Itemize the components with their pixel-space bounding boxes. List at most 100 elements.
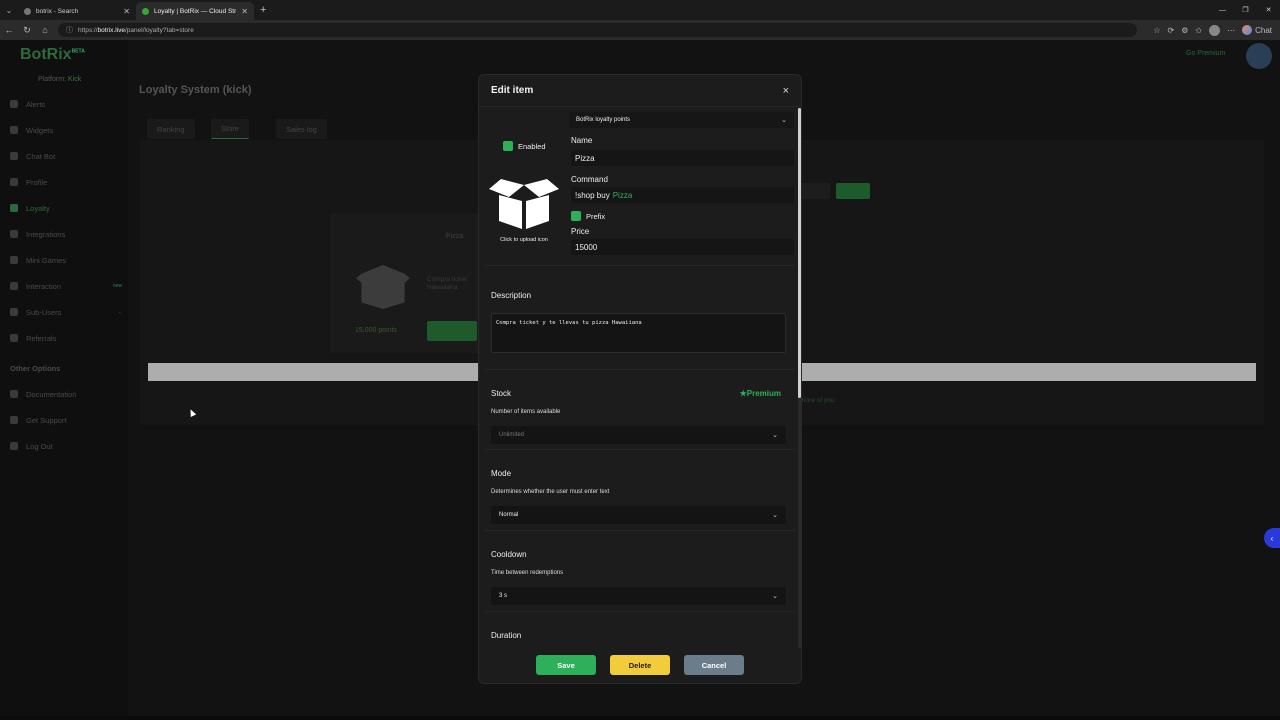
sidebar-item-profile[interactable]: Profile xyxy=(10,175,122,189)
sidebar-item-loyalty[interactable]: Loyalty xyxy=(10,201,122,215)
name-input[interactable]: Pizza xyxy=(571,150,794,166)
scrollbar-thumb[interactable] xyxy=(798,108,801,398)
save-button[interactable]: Save xyxy=(536,655,596,675)
chat-label: Chat xyxy=(1255,25,1272,35)
tab-title: Loyalty | BotRix — Cloud Streaming xyxy=(154,7,237,15)
browser-tab-active[interactable]: Loyalty | BotRix — Cloud Streaming ✕ xyxy=(136,2,254,20)
tab-ranking[interactable]: Ranking xyxy=(147,119,195,139)
modal-body: Enabled Click to upload icon BotRix loya… xyxy=(485,107,795,647)
close-icon[interactable]: ✕ xyxy=(123,7,130,16)
modal-title: Edit item xyxy=(491,85,534,96)
stock-select[interactable]: Unlimited ⌄ xyxy=(491,426,786,444)
support-icon xyxy=(10,416,18,424)
book-icon xyxy=(10,390,18,398)
store-item-points: 15,000 points xyxy=(355,327,398,334)
sidebar-item-log-out[interactable]: Log Out xyxy=(10,439,122,453)
price-input[interactable]: 15000 xyxy=(571,239,794,255)
cancel-button[interactable]: Cancel xyxy=(684,655,744,675)
page-title: Loyalty System (kick) xyxy=(139,84,252,96)
chat-button[interactable]: Chat xyxy=(1242,25,1272,35)
referral-icon xyxy=(10,334,18,342)
mode-select[interactable]: Normal ⌄ xyxy=(491,506,786,524)
duration-title: Duration xyxy=(491,631,522,640)
platform-indicator: Platform: Kick xyxy=(38,76,82,83)
close-icon[interactable]: ✕ xyxy=(241,7,248,16)
price-label: Price xyxy=(571,227,590,236)
browser-tab[interactable]: botrix - Search ✕ xyxy=(18,2,136,20)
restore-icon[interactable]: ❐ xyxy=(1234,0,1257,20)
divider xyxy=(485,449,795,450)
go-premium-link[interactable]: Go Premium xyxy=(1186,50,1225,57)
prefix-label: Prefix xyxy=(586,211,606,221)
enabled-checkbox[interactable]: Enabled xyxy=(503,141,546,151)
stock-select-value: Unlimited xyxy=(499,432,525,438)
premium-badge: ★Premium xyxy=(739,389,781,398)
name-value: Pizza xyxy=(575,153,595,163)
favorites-icon[interactable]: ✩ xyxy=(1195,26,1202,35)
chevron-down-icon: ⌄ xyxy=(772,512,778,519)
sidebar-item-sub-users[interactable]: Sub-Users ⌄ xyxy=(10,305,122,319)
upload-label: Click to upload icon xyxy=(500,237,548,243)
botrix-logo[interactable]: BotRixBETA xyxy=(20,46,85,64)
close-window-icon[interactable]: ✕ xyxy=(1257,0,1280,20)
chevron-down-icon: ⌄ xyxy=(772,593,778,600)
star-icon: ★ xyxy=(739,389,747,398)
sidebar-item-alerts[interactable]: Alerts xyxy=(10,97,122,111)
name-label: Name xyxy=(571,136,593,145)
gamepad-icon xyxy=(10,256,18,264)
sidebar-item-referrals[interactable]: Referrals xyxy=(10,331,122,345)
icon-upload[interactable]: Click to upload icon xyxy=(489,175,559,255)
minimize-icon[interactable]: — xyxy=(1211,0,1234,20)
reload-icon[interactable]: ↻ xyxy=(22,25,32,36)
refresh-icon[interactable]: ⟳ xyxy=(1168,26,1175,35)
tab-list-icon[interactable]: ⌄ xyxy=(0,0,18,20)
tab-title: botrix - Search xyxy=(36,7,79,15)
close-icon[interactable]: × xyxy=(783,85,789,97)
filter-button[interactable] xyxy=(800,183,830,199)
url-text: https://botrix.live/panel/loyalty?tab=st… xyxy=(78,26,194,34)
store-item-button[interactable] xyxy=(427,321,477,341)
profile-avatar[interactable] xyxy=(1209,24,1221,36)
site-info-icon[interactable]: ⓘ xyxy=(66,25,73,35)
description-textarea[interactable]: Compra ticket y te llevas tu pizza Hawai… xyxy=(491,313,786,353)
favorite-star-icon[interactable]: ☆ xyxy=(1153,26,1160,35)
sidebar-item-get-support[interactable]: Get Support xyxy=(10,413,122,427)
sidebar-item-chat-bot[interactable]: Chat Bot xyxy=(10,149,122,163)
prefix-checkbox[interactable]: Prefix xyxy=(571,211,605,221)
url-input[interactable]: ⓘ https://botrix.live/panel/loyalty?tab=… xyxy=(58,23,1138,37)
cooldown-select[interactable]: 3 s ⌄ xyxy=(491,587,786,605)
tab-sales-log[interactable]: Sales log xyxy=(276,119,327,139)
checkbox-checked-icon[interactable] xyxy=(503,141,513,151)
new-tab-icon[interactable]: + xyxy=(260,4,266,16)
user-avatar[interactable] xyxy=(1246,43,1272,69)
tab-store[interactable]: Store xyxy=(211,119,249,139)
chevron-down-icon: ⌄ xyxy=(781,117,787,124)
mode-subtitle: Determines whether the user must enter t… xyxy=(491,489,610,495)
home-icon[interactable]: ⌂ xyxy=(40,25,50,35)
item-basic-section: Enabled Click to upload icon BotRix loya… xyxy=(485,107,795,272)
chevron-down-icon: ⌄ xyxy=(117,309,122,315)
sidebar-item-mini-games[interactable]: Mini Games xyxy=(10,253,122,267)
sidebar-item-interaction[interactable]: Interaction new xyxy=(10,279,122,293)
back-icon[interactable]: ← xyxy=(4,25,14,35)
modal-header: Edit item × xyxy=(479,75,801,107)
checkbox-checked-icon[interactable] xyxy=(571,211,581,221)
copy-button[interactable] xyxy=(836,183,870,199)
more-icon[interactable]: ⋯ xyxy=(1227,26,1235,35)
browser-tab-bar: ⌄ botrix - Search ✕ Loyalty | BotRix — C… xyxy=(0,0,1280,20)
currency-select[interactable]: BotRix loyalty points ⌄ xyxy=(569,112,794,128)
sidebar-item-documentation[interactable]: Documentation xyxy=(10,387,122,401)
extensions-icon[interactable]: ⚙ xyxy=(1181,26,1188,35)
store-item-description: Compra ticket Hawaiiana xyxy=(427,276,468,292)
chevron-left-icon[interactable]: ‹ xyxy=(1264,528,1280,548)
command-input[interactable]: !shop buy Pizza xyxy=(571,187,794,203)
store-item-title: Pizza xyxy=(446,233,464,240)
modal-scrollbar[interactable] xyxy=(798,108,801,648)
sidebar-item-widgets[interactable]: Widgets xyxy=(10,123,122,137)
sidebar-item-integrations[interactable]: Integrations xyxy=(10,227,122,241)
toolbar-icons: ☆ ⟳ ⚙ ✩ ⋯ Chat xyxy=(1153,24,1272,36)
price-value: 15000 xyxy=(575,242,598,252)
delete-button[interactable]: Delete xyxy=(610,655,670,675)
command-value: Pizza xyxy=(612,190,633,200)
edit-item-modal: Edit item × Enabled Click to upload icon… xyxy=(478,74,802,684)
